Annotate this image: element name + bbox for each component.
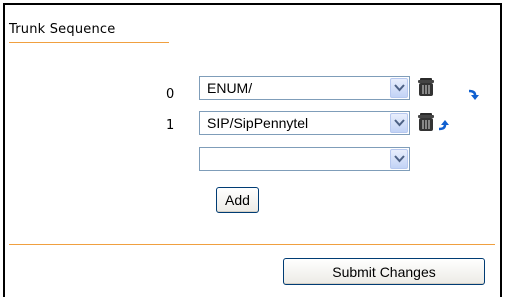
add-button[interactable]: Add — [216, 187, 259, 213]
new-trunk-select[interactable] — [199, 147, 410, 171]
trunk-select[interactable]: SIP/SipPennytel — [199, 111, 410, 135]
move-up-icon[interactable] — [437, 116, 451, 131]
panel-title: Trunk Sequence — [9, 22, 116, 37]
trunk-select-value: ENUM/ — [207, 80, 253, 96]
trunk-index: 1 — [166, 118, 175, 133]
trunk-select-value: SIP/SipPennytel — [207, 115, 309, 131]
trunk-select[interactable]: ENUM/ — [199, 76, 410, 100]
trunk-index: 0 — [166, 87, 175, 102]
move-down-icon[interactable] — [467, 86, 481, 100]
dropdown-arrow-icon[interactable] — [390, 78, 408, 98]
trash-icon[interactable] — [415, 111, 437, 133]
submit-changes-button[interactable]: Submit Changes — [283, 258, 485, 285]
dropdown-arrow-icon[interactable] — [390, 149, 408, 169]
divider — [9, 244, 495, 245]
trash-icon[interactable] — [415, 76, 437, 98]
title-underline — [9, 42, 169, 43]
dropdown-arrow-icon[interactable] — [390, 113, 408, 133]
